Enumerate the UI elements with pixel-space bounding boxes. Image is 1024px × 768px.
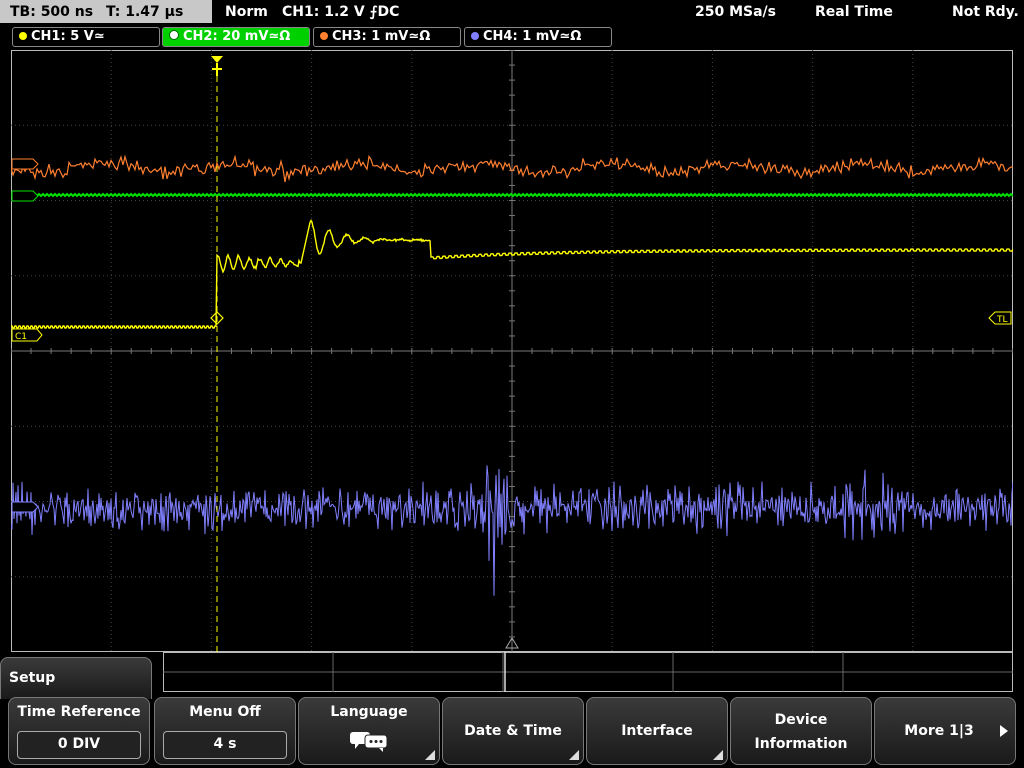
timebase-value: TB: 500 ns xyxy=(10,4,94,20)
channel-1-label: CH1: 5 V≃ xyxy=(31,29,105,44)
channel-3-label: CH3: 1 mV≃Ω xyxy=(332,29,431,44)
channel-4-marker[interactable] xyxy=(11,501,39,513)
device-information-label-line2: Information xyxy=(754,736,848,752)
trigger-level-label: TL xyxy=(996,315,1008,325)
sample-rate: 250 MSa/s xyxy=(695,4,777,20)
acquisition-mode: Real Time xyxy=(815,4,893,20)
menu-title: Setup xyxy=(0,657,152,699)
menu-off-softkey[interactable]: Menu Off 4 s xyxy=(154,697,296,765)
waveform-display[interactable]: C1 TL xyxy=(11,50,1013,652)
time-reference-value: 0 DIV xyxy=(17,731,141,759)
more-label: More 1|3 xyxy=(904,723,974,739)
channel-2-waveform xyxy=(11,192,1013,198)
acquisition-state: Not Rdy. xyxy=(952,4,1019,20)
zoom-overview-window[interactable] xyxy=(163,652,1013,692)
channel-3-color-icon xyxy=(320,32,328,40)
language-softkey[interactable]: Language xyxy=(298,697,440,765)
channel-3-tab[interactable]: CH3: 1 mV≃Ω xyxy=(313,27,461,47)
channel-1-marker[interactable]: C1 xyxy=(11,328,43,342)
channel-1-marker-label: C1 xyxy=(15,332,27,342)
menu-off-value: 4 s xyxy=(163,731,287,759)
device-information-softkey[interactable]: Device Information xyxy=(730,697,872,765)
submenu-indicator-icon xyxy=(425,750,435,760)
device-information-label-line1: Device xyxy=(774,712,828,728)
time-reference-softkey[interactable]: Time Reference 0 DIV xyxy=(8,697,150,765)
channel-4-label: CH4: 1 mV≃Ω xyxy=(483,29,582,44)
timebase-box[interactable]: TB: 500 ns T: 1.47 µs xyxy=(0,0,212,23)
language-label: Language xyxy=(330,704,408,720)
channel-1-color-icon xyxy=(19,32,27,40)
next-page-arrow-icon xyxy=(1000,725,1008,737)
channel-4-tab[interactable]: CH4: 1 mV≃Ω xyxy=(464,27,612,47)
channel-2-tab[interactable]: CH2: 20 mV≃Ω xyxy=(162,27,310,47)
channel-2-label: CH2: 20 mV≃Ω xyxy=(183,29,291,44)
submenu-indicator-icon xyxy=(569,750,579,760)
channel-2-marker[interactable] xyxy=(11,190,39,202)
channel-4-color-icon xyxy=(471,32,479,40)
interface-label: Interface xyxy=(621,723,693,739)
channel-1-tab[interactable]: CH1: 5 V≃ xyxy=(12,27,160,47)
date-time-softkey[interactable]: Date & Time xyxy=(442,697,584,765)
menu-off-label: Menu Off xyxy=(189,704,261,720)
time-reference-label: Time Reference xyxy=(17,704,141,720)
trigger-time-value: T: 1.47 µs xyxy=(105,4,184,20)
channel-3-marker[interactable] xyxy=(11,158,39,170)
trigger-info[interactable]: CH1: 1.2 V ⨍DC xyxy=(282,0,399,24)
channel-2-color-icon xyxy=(169,30,179,40)
trigger-mode[interactable]: Norm xyxy=(225,0,268,24)
more-softkey[interactable]: More 1|3 xyxy=(874,697,1016,765)
submenu-indicator-icon xyxy=(713,750,723,760)
interface-softkey[interactable]: Interface xyxy=(586,697,728,765)
speech-bubbles-icon xyxy=(350,732,388,752)
date-time-label: Date & Time xyxy=(464,723,562,739)
status-bar: TB: 500 ns T: 1.47 µs Norm CH1: 1.2 V ⨍D… xyxy=(0,0,1024,24)
